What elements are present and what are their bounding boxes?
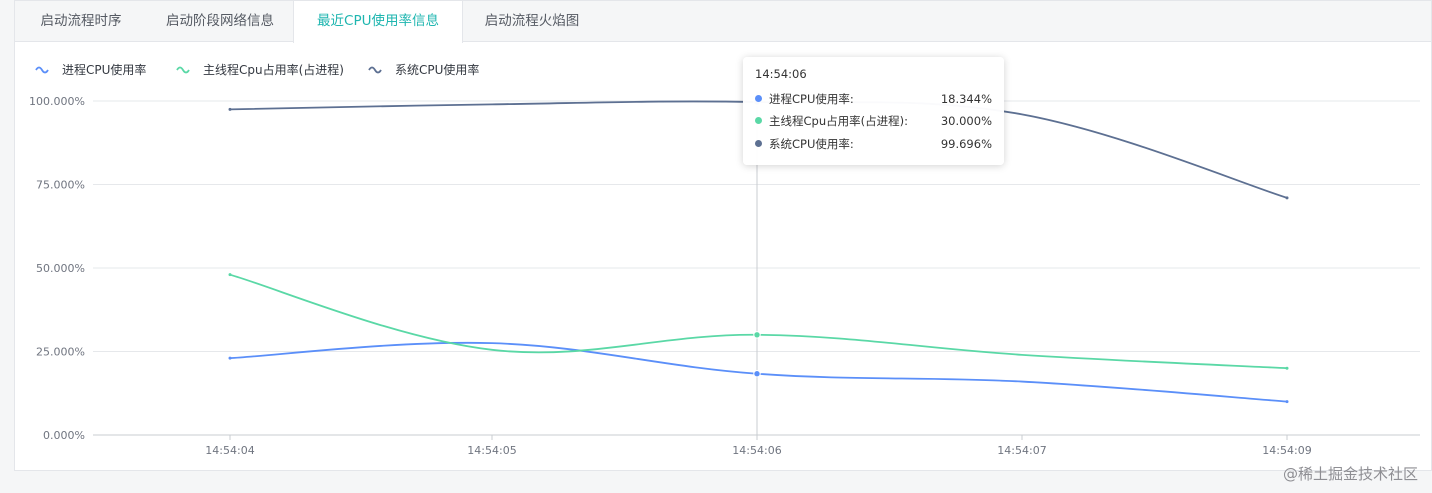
- site-watermark: @稀土掘金技术社区: [1282, 465, 1418, 483]
- tooltip-dot-main-thread: [755, 117, 762, 124]
- legend-marker-0: [35, 66, 49, 74]
- series-point-0: [1285, 400, 1289, 404]
- y-tick-label: 100.000%: [29, 95, 85, 108]
- tooltip-label-system: 系统CPU使用率:: [769, 137, 854, 151]
- series-point-1: [228, 273, 232, 277]
- cpu-line-chart: 0.000% 25.000% 50.000% 75.000% 100.000% 14:54…: [29, 62, 1420, 457]
- series-point-1: [1285, 366, 1289, 370]
- legend-label-1: 主线程Cpu占用率(占进程): [203, 62, 344, 77]
- series-point-0: [228, 356, 232, 360]
- legend-marker-1: [176, 66, 190, 74]
- x-tick-label: 14:54:09: [1262, 444, 1311, 457]
- tooltip-label-main-thread: 主线程Cpu占用率(占进程):: [769, 114, 908, 128]
- chart-tooltip: 14:54:06 进程CPU使用率: 18.344% 主线程Cpu占用率(占进程…: [743, 57, 1004, 165]
- tooltip-row-process: 进程CPU使用率: 18.344%: [755, 91, 992, 107]
- series-point-2: [228, 107, 232, 111]
- legend-label-0: 进程CPU使用率: [62, 62, 146, 77]
- series-point-2: [1285, 196, 1289, 200]
- x-tick-label: 14:54:07: [997, 444, 1046, 457]
- tooltip-value-system: 99.696%: [940, 137, 992, 151]
- y-tick-label: 0.000%: [43, 429, 85, 442]
- tooltip-label-process: 进程CPU使用率:: [769, 92, 854, 106]
- tooltip-dot-process: [755, 95, 762, 102]
- tooltip-dot-system: [755, 140, 762, 147]
- x-tick-label: 14:54:06: [732, 444, 781, 457]
- y-tick-label: 50.000%: [36, 262, 85, 275]
- legend-marker-2: [368, 66, 382, 74]
- tooltip-row-system: 系统CPU使用率: 99.696%: [755, 136, 992, 152]
- tooltip-value-main-thread: 30.000%: [940, 114, 992, 128]
- legend-label-2: 系统CPU使用率: [395, 62, 479, 77]
- y-tick-label: 25.000%: [36, 346, 85, 359]
- tooltip-row-main-thread: 主线程Cpu占用率(占进程): 30.000%: [755, 113, 992, 129]
- series-hover-point-1: [753, 331, 761, 339]
- series-hover-point-0: [753, 370, 761, 378]
- tooltip-title: 14:54:06: [755, 67, 807, 81]
- x-tick-label: 14:54:05: [467, 444, 516, 457]
- tooltip-value-process: 18.344%: [940, 92, 992, 106]
- footer-strip: [0, 471, 1432, 493]
- x-tick-label: 14:54:04: [205, 444, 254, 457]
- series-line-1: [229, 273, 1288, 370]
- y-tick-label: 75.000%: [36, 179, 85, 192]
